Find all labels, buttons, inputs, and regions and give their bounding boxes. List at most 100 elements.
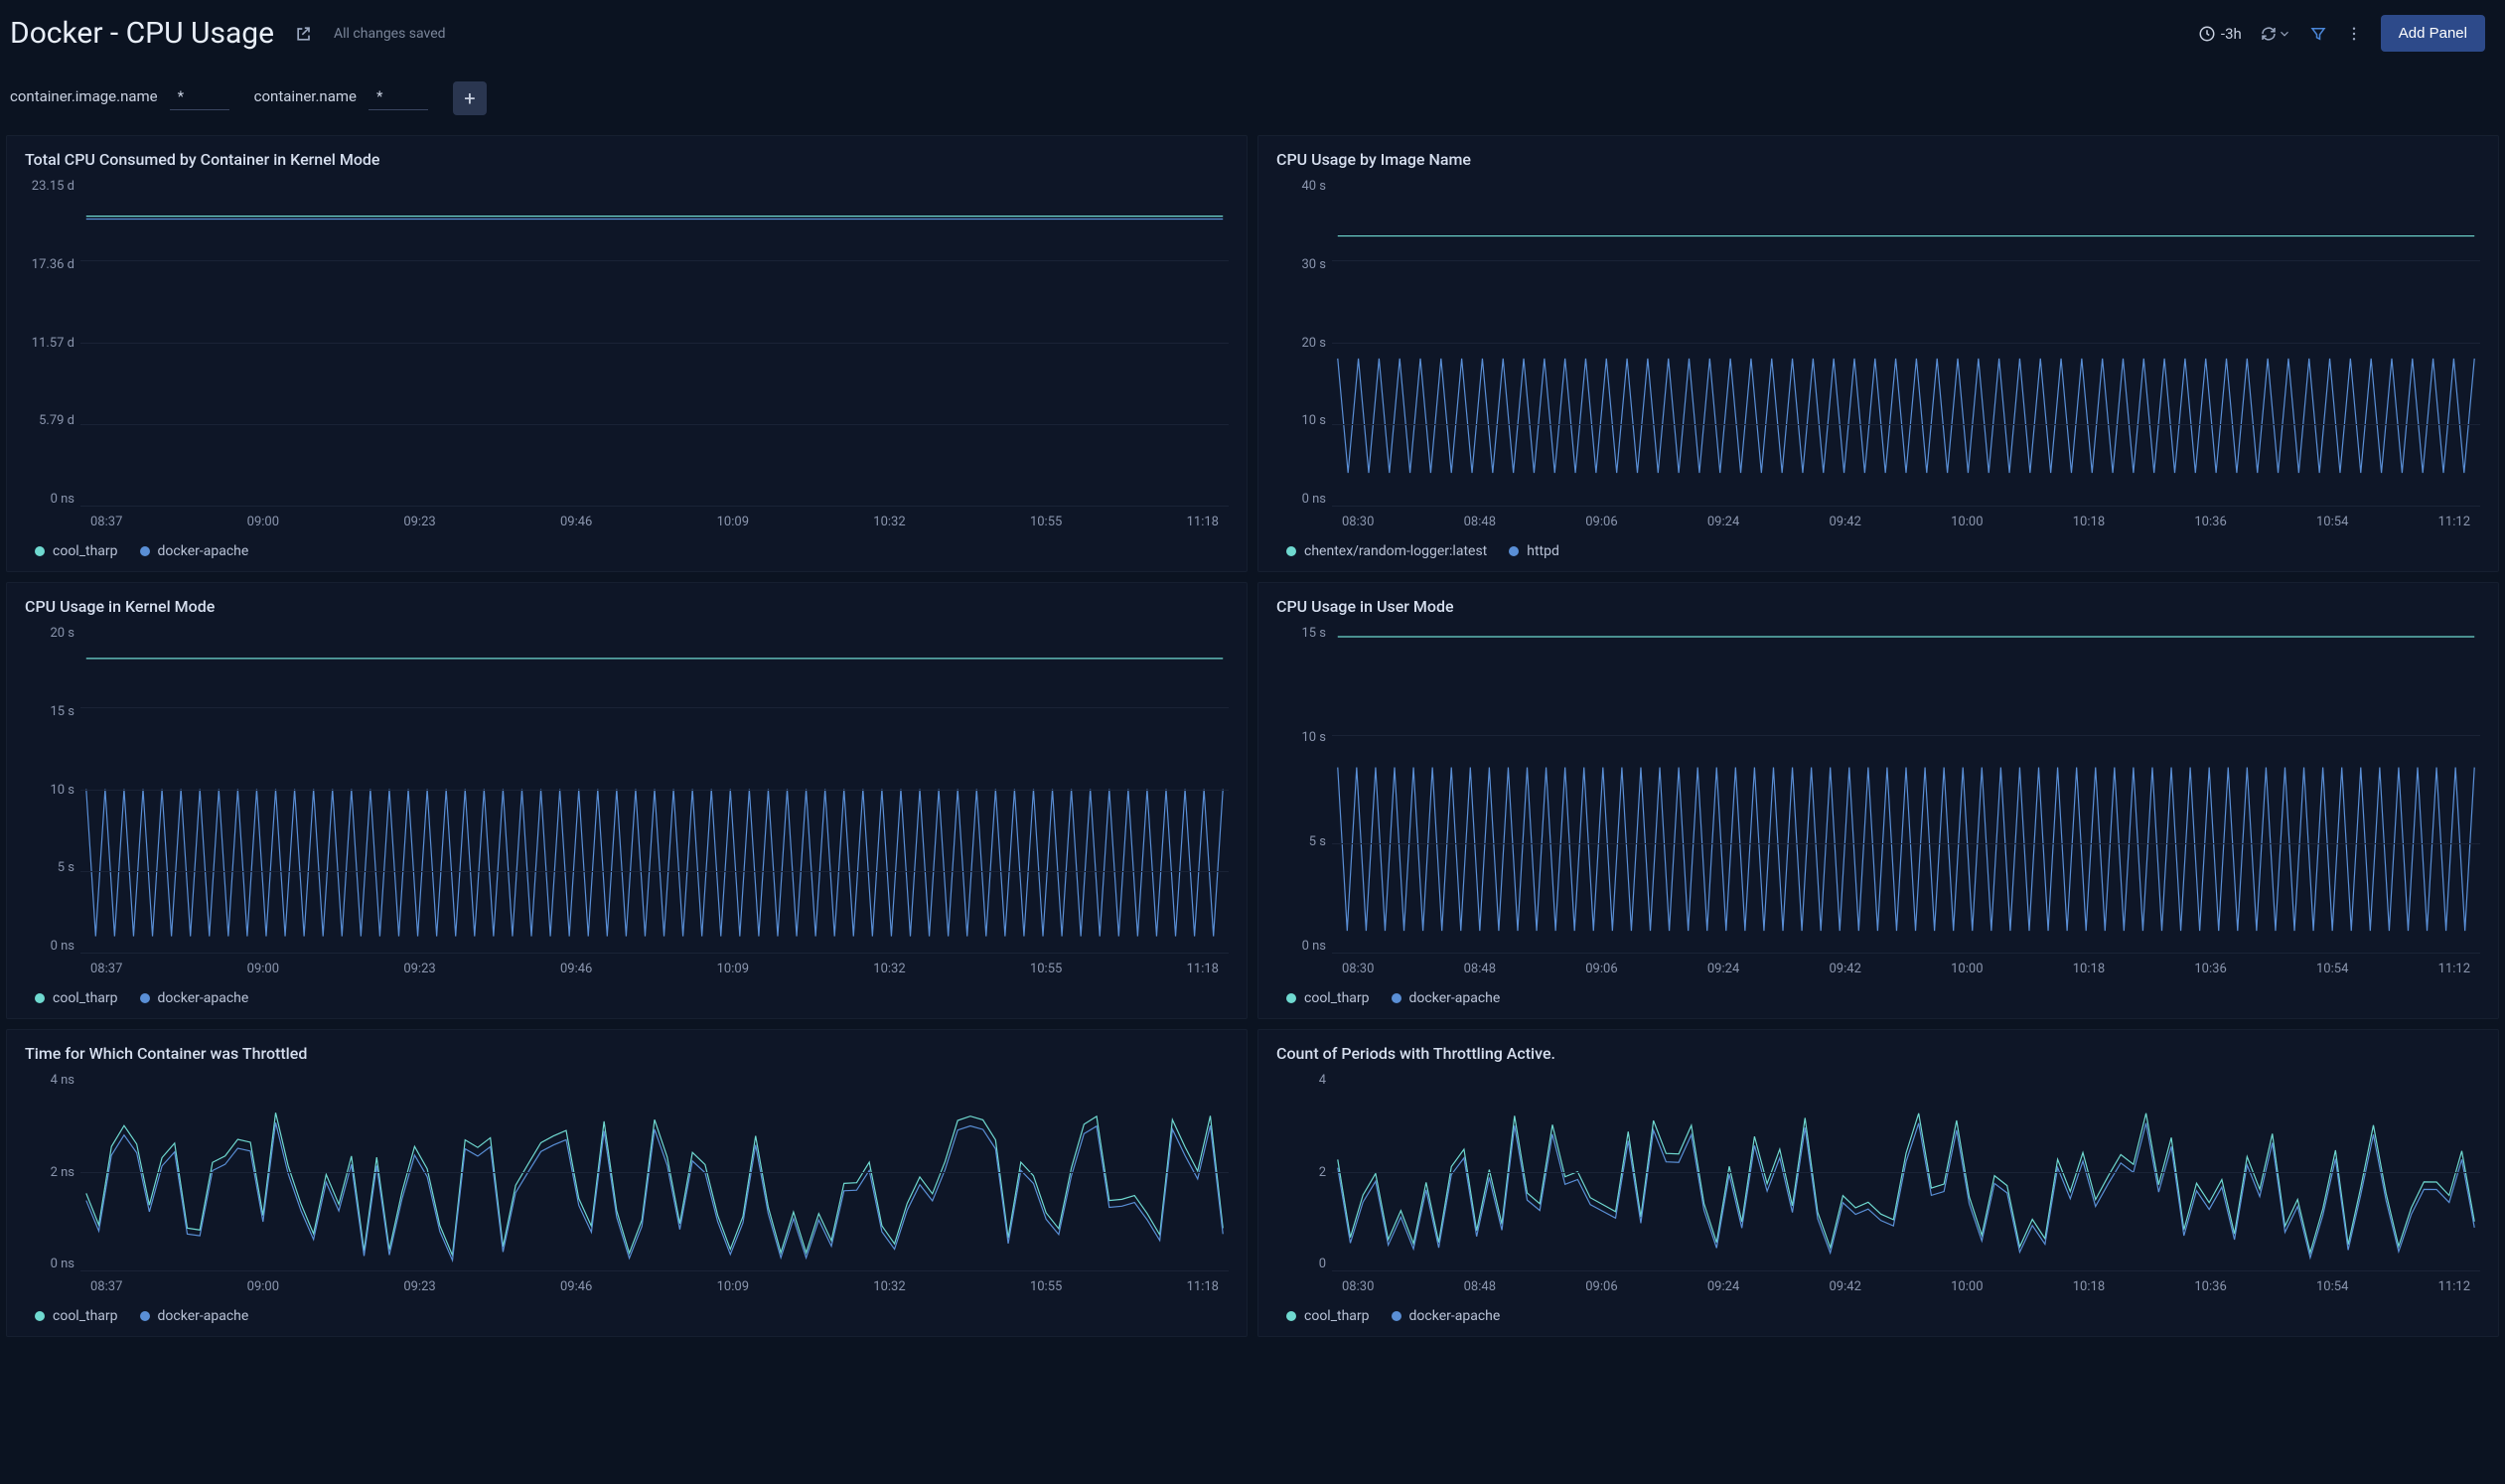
x-tick: 10:00 — [1951, 962, 1983, 976]
y-tick: 11.57 d — [32, 336, 74, 351]
x-tick: 11:18 — [1187, 962, 1219, 976]
x-tick: 10:18 — [2073, 515, 2105, 529]
filter-container-name[interactable]: container.name * — [254, 87, 428, 110]
grid-line — [1332, 843, 2480, 844]
legend-label: cool_tharp — [53, 543, 118, 559]
share-icon[interactable] — [294, 24, 314, 44]
panel-title: CPU Usage by Image Name — [1276, 150, 2480, 169]
x-tick: 10:54 — [2316, 515, 2348, 529]
legend-dot-icon — [35, 1311, 45, 1321]
plot[interactable] — [80, 179, 1229, 507]
x-tick: 10:32 — [873, 515, 905, 529]
legend: cool_tharp docker-apache — [35, 1308, 1229, 1324]
grid-line — [1332, 506, 2480, 507]
x-tick: 11:18 — [1187, 515, 1219, 529]
legend-item[interactable]: cool_tharp — [35, 990, 118, 1006]
grid-line — [1332, 953, 2480, 954]
x-tick: 09:06 — [1585, 962, 1617, 976]
x-tick: 08:30 — [1342, 1279, 1374, 1294]
plot[interactable] — [80, 626, 1229, 954]
y-tick: 15 s — [50, 704, 74, 719]
refresh-button[interactable] — [2260, 25, 2291, 43]
legend-dot-icon — [1509, 546, 1519, 556]
x-tick: 09:23 — [403, 515, 435, 529]
y-tick: 20 s — [50, 626, 74, 641]
dashboard-header: Docker - CPU Usage All changes saved -3h… — [0, 0, 2505, 62]
panel-throttle-time[interactable]: Time for Which Container was Throttled 4 … — [6, 1029, 1248, 1337]
y-axis: 40 s30 s20 s10 s0 ns — [1276, 179, 1326, 507]
x-tick: 09:24 — [1707, 515, 1739, 529]
legend: cool_tharp docker-apache — [1286, 990, 2480, 1006]
legend-item[interactable]: docker-apache — [140, 543, 249, 559]
x-tick: 09:24 — [1707, 1279, 1739, 1294]
legend-label: cool_tharp — [1304, 1308, 1370, 1324]
y-tick: 30 s — [1301, 257, 1326, 272]
plot[interactable] — [1332, 1073, 2480, 1271]
x-tick: 09:23 — [403, 962, 435, 976]
x-tick: 08:37 — [90, 962, 122, 976]
x-tick: 08:30 — [1342, 962, 1374, 976]
panel-throttle-periods[interactable]: Count of Periods with Throttling Active.… — [1257, 1029, 2499, 1337]
y-axis: 15 s10 s5 s0 ns — [1276, 626, 1326, 954]
y-tick: 0 ns — [51, 492, 74, 507]
x-tick: 11:18 — [1187, 1279, 1219, 1294]
panel-total-cpu-kernel[interactable]: Total CPU Consumed by Container in Kerne… — [6, 135, 1248, 572]
panel-cpu-user-mode[interactable]: CPU Usage in User Mode15 s10 s5 s0 ns08:… — [1257, 582, 2499, 1019]
legend-item[interactable]: cool_tharp — [35, 543, 118, 559]
legend-item[interactable]: chentex/random-logger:latest — [1286, 543, 1487, 559]
panel-cpu-kernel-mode[interactable]: CPU Usage in Kernel Mode20 s15 s10 s5 s0… — [6, 582, 1248, 1019]
time-range-picker[interactable]: -3h — [2198, 25, 2242, 43]
panel-title: Time for Which Container was Throttled — [25, 1044, 1229, 1063]
legend-label: docker-apache — [158, 1308, 249, 1324]
legend-item[interactable]: docker-apache — [1392, 990, 1501, 1006]
more-menu-button[interactable] — [2345, 25, 2363, 43]
x-tick: 08:30 — [1342, 515, 1374, 529]
x-tick: 08:48 — [1464, 515, 1496, 529]
x-tick: 10:18 — [2073, 962, 2105, 976]
legend-item[interactable]: docker-apache — [1392, 1308, 1501, 1324]
add-panel-button[interactable]: Add Panel — [2381, 15, 2485, 52]
legend: cool_tharp docker-apache — [35, 990, 1229, 1006]
add-filter-button[interactable]: + — [453, 81, 487, 115]
chart-area: 15 s10 s5 s0 ns — [1276, 626, 2480, 954]
legend-label: cool_tharp — [53, 990, 118, 1006]
x-tick: 10:00 — [1951, 515, 1983, 529]
y-tick: 0 ns — [51, 1257, 74, 1271]
chevron-down-icon — [2278, 27, 2291, 41]
y-tick: 4 ns — [51, 1073, 74, 1088]
grid-line — [1332, 260, 2480, 261]
legend-item[interactable]: docker-apache — [140, 990, 249, 1006]
legend: cool_tharp docker-apache — [1286, 1308, 2480, 1324]
filter-button[interactable] — [2309, 25, 2327, 43]
x-tick: 10:55 — [1030, 962, 1062, 976]
panels-grid: Total CPU Consumed by Container in Kerne… — [0, 135, 2505, 1337]
y-axis: 20 s15 s10 s5 s0 ns — [25, 626, 74, 954]
filter-value[interactable]: * — [368, 87, 428, 110]
time-range-value: -3h — [2221, 25, 2242, 43]
grid-line — [80, 871, 1229, 872]
legend-item[interactable]: docker-apache — [140, 1308, 249, 1324]
x-tick: 09:46 — [560, 962, 592, 976]
grid-line — [1332, 343, 2480, 344]
x-tick: 10:36 — [2194, 962, 2226, 976]
y-tick: 10 s — [1301, 730, 1326, 745]
legend-item[interactable]: cool_tharp — [35, 1308, 118, 1324]
plot[interactable] — [1332, 179, 2480, 507]
filter-value[interactable]: * — [170, 87, 229, 110]
y-axis: 23.15 d17.36 d11.57 d5.79 d0 ns — [25, 179, 74, 507]
panel-cpu-by-image[interactable]: CPU Usage by Image Name40 s30 s20 s10 s0… — [1257, 135, 2499, 572]
plot[interactable] — [80, 1073, 1229, 1271]
filter-container-image-name[interactable]: container.image.name * — [10, 87, 229, 110]
legend-label: docker-apache — [158, 543, 249, 559]
legend-dot-icon — [1286, 546, 1296, 556]
x-axis: 08:3008:4809:0609:2409:4210:0010:1810:36… — [1332, 1279, 2480, 1294]
header-left: Docker - CPU Usage All changes saved — [10, 16, 446, 51]
plot[interactable] — [1332, 626, 2480, 954]
legend-dot-icon — [1392, 1311, 1401, 1321]
legend-item[interactable]: httpd — [1509, 543, 1559, 559]
y-tick: 40 s — [1301, 179, 1326, 194]
legend-item[interactable]: cool_tharp — [1286, 1308, 1370, 1324]
x-tick: 10:18 — [2073, 1279, 2105, 1294]
legend-item[interactable]: cool_tharp — [1286, 990, 1370, 1006]
x-tick: 10:09 — [717, 515, 749, 529]
